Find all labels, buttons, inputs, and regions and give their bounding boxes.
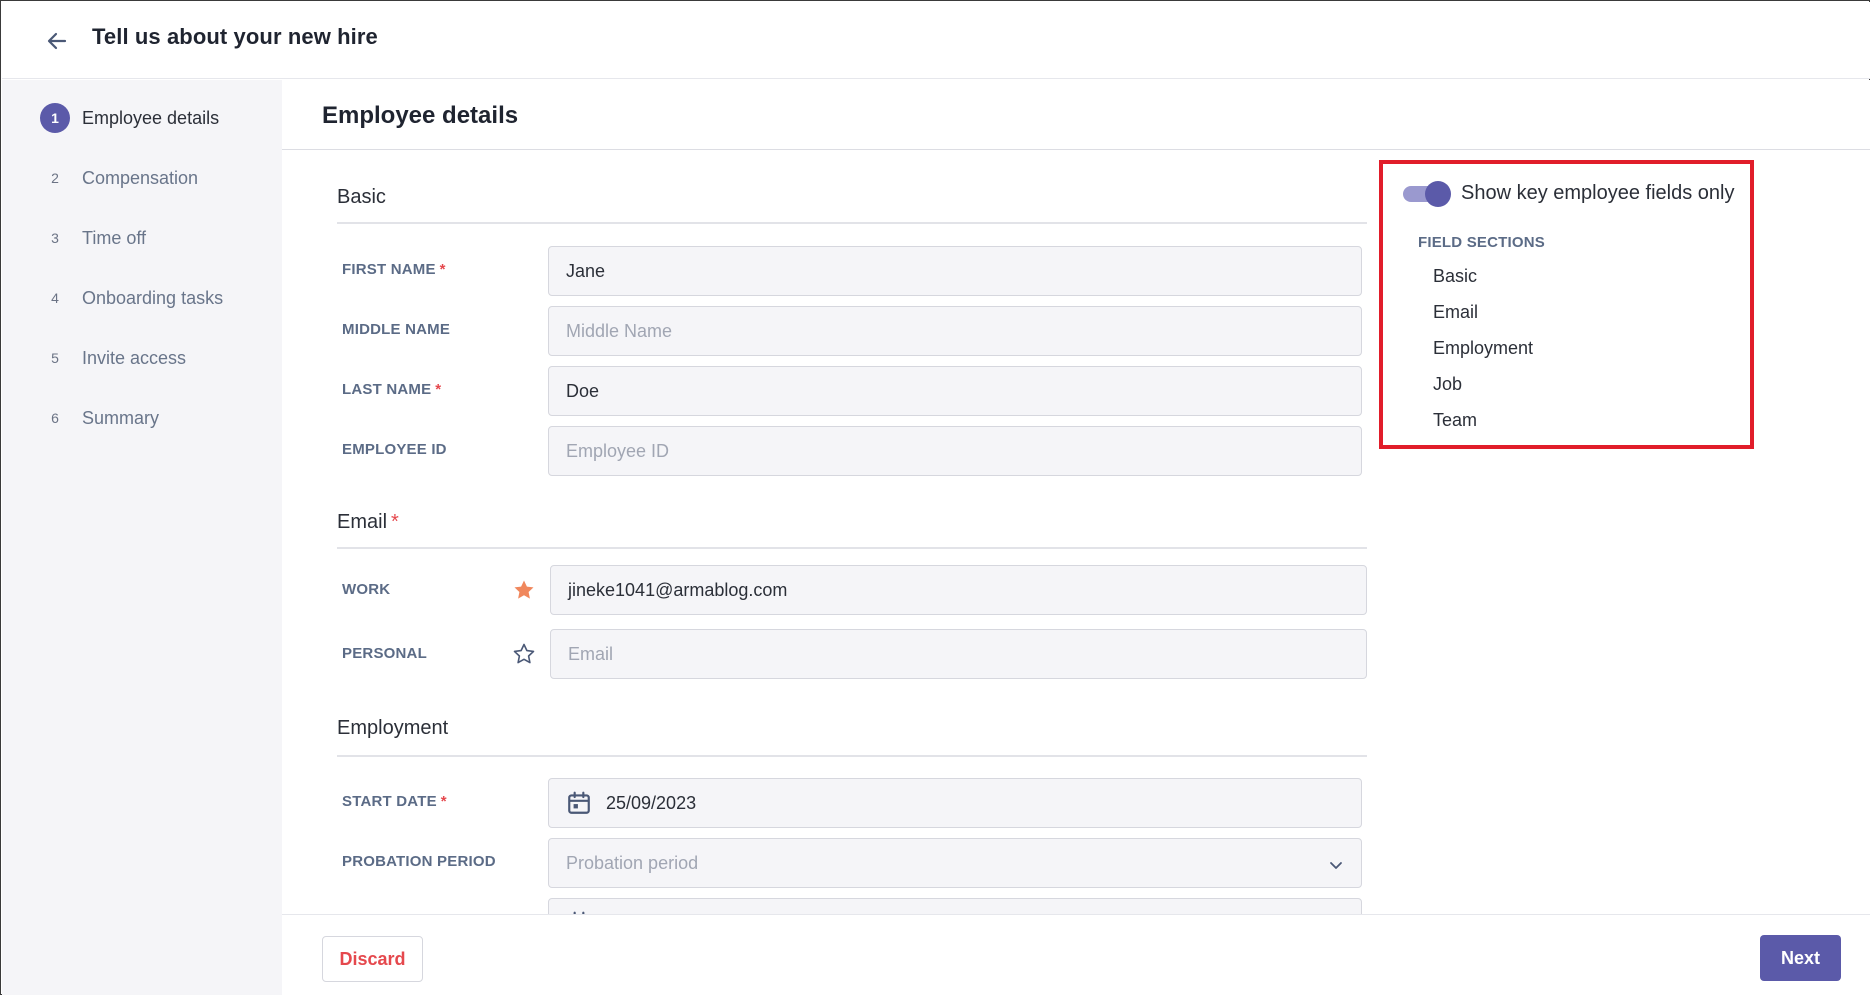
field-sections-heading: FIELD SECTIONS: [1418, 234, 1545, 251]
step-label: Invite access: [82, 347, 187, 368]
star-filled-icon[interactable]: [510, 576, 538, 604]
back-arrow-icon[interactable]: [42, 26, 72, 56]
last-name-input[interactable]: Doe: [548, 366, 1362, 416]
start-date-input[interactable]: 25/09/2023: [548, 778, 1362, 828]
step-summary[interactable]: 6 Summary: [40, 402, 159, 434]
group-title-employment: Employment: [337, 717, 449, 739]
divider: [282, 149, 1870, 150]
calendar-icon: [566, 790, 592, 816]
work-email-input[interactable]: jineke1041@armablog.com: [550, 565, 1367, 615]
personal-email-label: PERSONAL: [342, 645, 427, 662]
step-invite-access[interactable]: 5 Invite access: [40, 342, 186, 374]
step-label: Time off: [82, 227, 147, 248]
chevron-down-icon: [1329, 856, 1343, 877]
middle-name-input[interactable]: Middle Name: [548, 306, 1362, 356]
start-date-value: 25/09/2023: [606, 792, 697, 813]
step-label: Summary: [82, 407, 160, 428]
step-label: Compensation: [82, 167, 199, 188]
step-number: 2: [51, 170, 59, 186]
step-label: Employee details: [82, 107, 220, 128]
step-number: 5: [51, 350, 59, 366]
start-date-label: START DATE *: [342, 793, 447, 810]
first-name-input[interactable]: Jane: [548, 246, 1362, 296]
step-number: 3: [51, 230, 59, 246]
app-window: Tell us about your new hire 1 Employee d…: [0, 0, 1870, 995]
step-compensation[interactable]: 2 Compensation: [40, 162, 198, 194]
group-title-email: Email *: [337, 511, 399, 533]
probation-period-placeholder: Probation period: [566, 852, 699, 873]
divider: [337, 222, 1367, 224]
field-section-employment[interactable]: Employment: [1433, 338, 1533, 359]
personal-email-input[interactable]: Email: [550, 629, 1367, 679]
top-bar: Tell us about your new hire: [2, 2, 1870, 79]
section-heading: Employee details: [322, 102, 519, 129]
step-number: 4: [51, 290, 59, 306]
step-time-off[interactable]: 3 Time off: [40, 222, 146, 254]
last-name-label: LAST NAME *: [342, 381, 442, 398]
next-button[interactable]: Next: [1760, 935, 1841, 981]
divider: [337, 547, 1367, 549]
stepper-sidebar: 1 Employee details 2 Compensation 3 Time…: [2, 80, 282, 995]
work-email-label: WORK: [342, 581, 391, 598]
employee-id-label: EMPLOYEE ID: [342, 441, 447, 458]
field-section-basic[interactable]: Basic: [1433, 266, 1477, 287]
field-section-job[interactable]: Job: [1433, 374, 1462, 395]
key-fields-toggle[interactable]: [1403, 181, 1451, 207]
middle-name-label: MIDDLE NAME: [342, 321, 451, 338]
star-outline-icon[interactable]: [510, 640, 538, 668]
page-title: Tell us about your new hire: [92, 24, 378, 49]
step-label: Onboarding tasks: [82, 287, 224, 308]
first-name-label: FIRST NAME *: [342, 261, 446, 278]
step-number: 1: [40, 103, 70, 133]
toggle-knob: [1425, 181, 1451, 207]
divider: [337, 755, 1367, 757]
probation-period-select[interactable]: Probation period: [548, 838, 1362, 888]
group-title-basic: Basic: [337, 186, 386, 208]
employee-id-input[interactable]: Employee ID: [548, 426, 1362, 476]
key-fields-toggle-label: Show key employee fields only: [1461, 182, 1735, 204]
step-number: 6: [51, 410, 59, 426]
step-employee-details[interactable]: 1 Employee details: [40, 102, 219, 134]
discard-button[interactable]: Discard: [322, 936, 423, 982]
field-section-team[interactable]: Team: [1433, 410, 1477, 431]
step-onboarding-tasks[interactable]: 4 Onboarding tasks: [40, 282, 223, 314]
probation-period-label: PROBATION PERIOD: [342, 853, 496, 870]
field-section-email[interactable]: Email: [1433, 302, 1478, 323]
footer-bar: Discard Next: [282, 914, 1870, 995]
